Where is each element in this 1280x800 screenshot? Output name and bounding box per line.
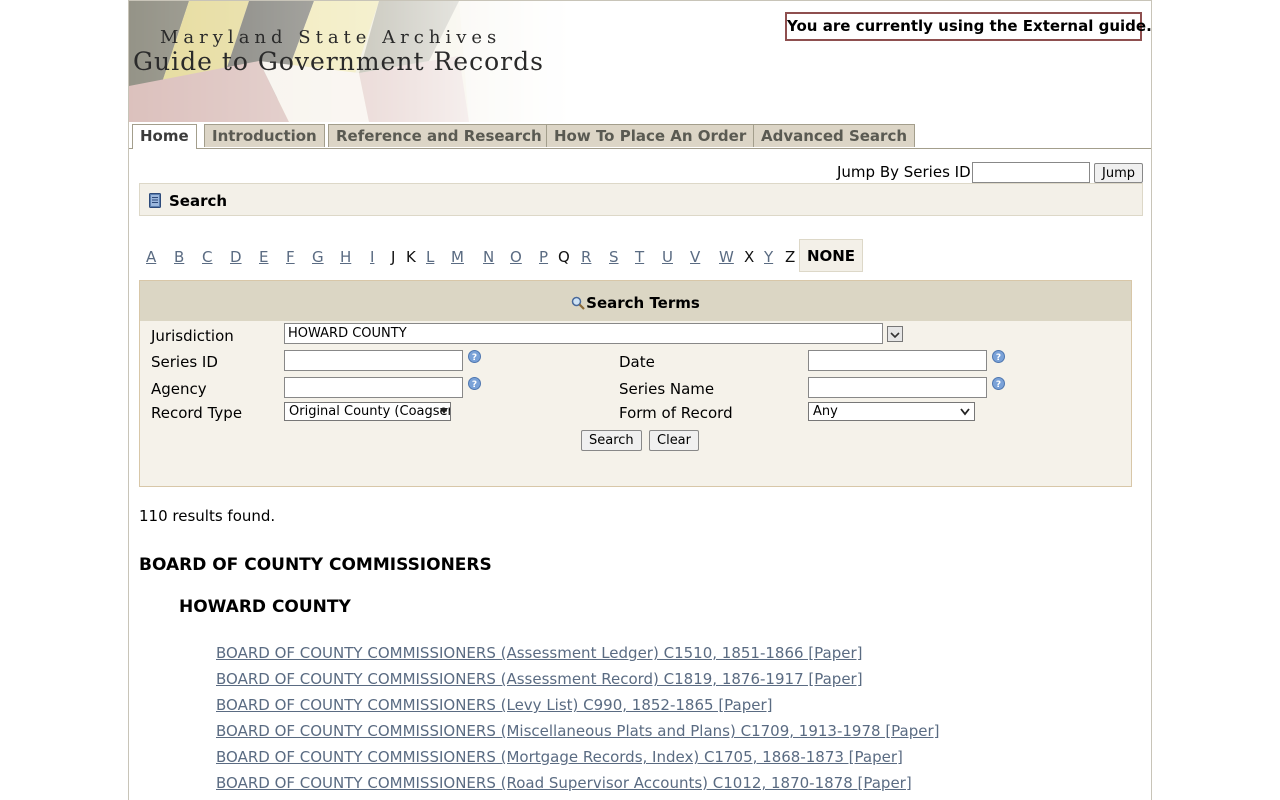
list-item: BOARD OF COUNTY COMMISSIONERS (Road Supe… <box>216 773 940 799</box>
results-county-heading: HOWARD COUNTY <box>179 597 351 617</box>
agency-input[interactable] <box>284 377 463 398</box>
letter-h[interactable]: H <box>340 248 351 266</box>
help-icon[interactable]: ? <box>992 350 1005 363</box>
form-of-record-label: Form of Record <box>619 404 733 422</box>
list-item: BOARD OF COUNTY COMMISSIONERS (Mortgage … <box>216 747 940 773</box>
form-of-record-select[interactable]: Any <box>808 402 975 421</box>
search-terms-header: Search Terms <box>140 281 1131 321</box>
list-item: BOARD OF COUNTY COMMISSIONERS (Levy List… <box>216 695 940 721</box>
tab-introduction[interactable]: Introduction <box>204 124 325 147</box>
letter-q: Q <box>558 248 570 266</box>
letter-s[interactable]: S <box>609 248 619 266</box>
search-terms-title: Search Terms <box>586 294 700 312</box>
letter-n[interactable]: N <box>483 248 494 266</box>
guide-notice: You are currently using the External gui… <box>785 12 1151 41</box>
series-results-list: BOARD OF COUNTY COMMISSIONERS (Assessmen… <box>216 643 940 799</box>
search-section-header: Search <box>139 183 1143 216</box>
letter-d[interactable]: D <box>230 248 242 266</box>
letter-b[interactable]: B <box>174 248 184 266</box>
jurisdiction-label: Jurisdiction <box>151 327 234 345</box>
date-label: Date <box>619 353 655 371</box>
letter-z: Z <box>785 248 796 266</box>
letter-e[interactable]: E <box>259 248 268 266</box>
search-button[interactable]: Search <box>581 430 642 451</box>
letter-a[interactable]: A <box>146 248 156 266</box>
letter-k: K <box>406 248 416 266</box>
letter-l[interactable]: L <box>426 248 434 266</box>
results-agency-heading: BOARD OF COUNTY COMMISSIONERS <box>139 555 492 575</box>
main-tabs: Home Introduction Reference and Research… <box>129 123 1151 149</box>
page-container: Maryland State Archives Guide to Governm… <box>128 0 1152 800</box>
record-type-label: Record Type <box>151 404 243 422</box>
series-id-input[interactable] <box>284 350 463 371</box>
letter-w[interactable]: W <box>719 248 734 266</box>
help-icon[interactable]: ? <box>468 350 481 363</box>
form-of-record-value: Any <box>813 404 838 419</box>
list-item: BOARD OF COUNTY COMMISSIONERS (Miscellan… <box>216 721 940 747</box>
letter-g[interactable]: G <box>312 248 324 266</box>
tab-reference-and-research[interactable]: Reference and Research <box>328 124 550 147</box>
search-section-title: Search <box>169 192 228 210</box>
series-link[interactable]: BOARD OF COUNTY COMMISSIONERS (Miscellan… <box>216 722 940 740</box>
series-link[interactable]: BOARD OF COUNTY COMMISSIONERS (Road Supe… <box>216 774 912 792</box>
series-name-label: Series Name <box>619 380 715 398</box>
jump-series-id-input[interactable] <box>972 162 1090 183</box>
chevron-down-icon <box>960 408 970 416</box>
site-subtitle: Maryland State Archives <box>160 27 502 48</box>
clear-button[interactable]: Clear <box>649 430 699 451</box>
date-input[interactable] <box>808 350 987 371</box>
letter-x: X <box>744 248 755 266</box>
svg-text:?: ? <box>996 380 1001 390</box>
letter-u[interactable]: U <box>662 248 673 266</box>
series-link[interactable]: BOARD OF COUNTY COMMISSIONERS (Assessmen… <box>216 670 863 688</box>
results-count: 110 results found. <box>139 507 276 525</box>
series-link[interactable]: BOARD OF COUNTY COMMISSIONERS (Mortgage … <box>216 748 903 766</box>
letter-r[interactable]: R <box>581 248 591 266</box>
svg-text:?: ? <box>472 380 477 390</box>
record-type-value: Original County (Coagser <box>289 404 451 419</box>
letter-p[interactable]: P <box>539 248 548 266</box>
site-title: Guide to Government Records <box>133 47 544 76</box>
record-type-select[interactable]: Original County (Coagser <box>284 402 451 421</box>
letter-t[interactable]: T <box>635 248 644 266</box>
series-name-input[interactable] <box>808 377 987 398</box>
search-terms-panel: Search Terms Jurisdiction HOWARD COUNTY … <box>139 280 1132 487</box>
letter-c[interactable]: C <box>202 248 212 266</box>
agency-label: Agency <box>151 380 207 398</box>
dropdown-arrow-icon <box>440 408 448 414</box>
letter-f[interactable]: F <box>286 248 295 266</box>
letter-none-button[interactable]: NONE <box>799 239 863 272</box>
chevron-down-icon <box>890 332 900 339</box>
jump-button[interactable]: Jump <box>1094 163 1143 183</box>
tab-advanced-search[interactable]: Advanced Search <box>753 124 916 147</box>
series-link[interactable]: BOARD OF COUNTY COMMISSIONERS (Levy List… <box>216 696 773 714</box>
tab-how-to-place-an-order[interactable]: How To Place An Order <box>546 124 755 147</box>
header-banner: Maryland State Archives Guide to Governm… <box>129 1 569 122</box>
letter-y[interactable]: Y <box>764 248 773 266</box>
letter-j: J <box>391 248 396 266</box>
letter-i[interactable]: I <box>370 248 374 266</box>
svg-text:?: ? <box>996 353 1001 363</box>
help-icon[interactable]: ? <box>468 377 481 390</box>
help-icon[interactable]: ? <box>992 377 1005 390</box>
letter-o[interactable]: O <box>510 248 522 266</box>
list-item: BOARD OF COUNTY COMMISSIONERS (Assessmen… <box>216 643 940 669</box>
jump-label: Jump By Series ID: <box>837 163 976 181</box>
book-icon <box>149 193 161 208</box>
magnifier-icon <box>571 296 585 310</box>
tab-home[interactable]: Home <box>132 124 197 149</box>
svg-text:?: ? <box>472 353 477 363</box>
jurisdiction-dropdown-button[interactable] <box>887 326 903 342</box>
list-item: BOARD OF COUNTY COMMISSIONERS (Assessmen… <box>216 669 940 695</box>
series-id-label: Series ID <box>151 353 218 371</box>
jurisdiction-input[interactable]: HOWARD COUNTY <box>284 323 883 344</box>
letter-m[interactable]: M <box>451 248 464 266</box>
series-link[interactable]: BOARD OF COUNTY COMMISSIONERS (Assessmen… <box>216 644 863 662</box>
letter-v[interactable]: V <box>690 248 700 266</box>
